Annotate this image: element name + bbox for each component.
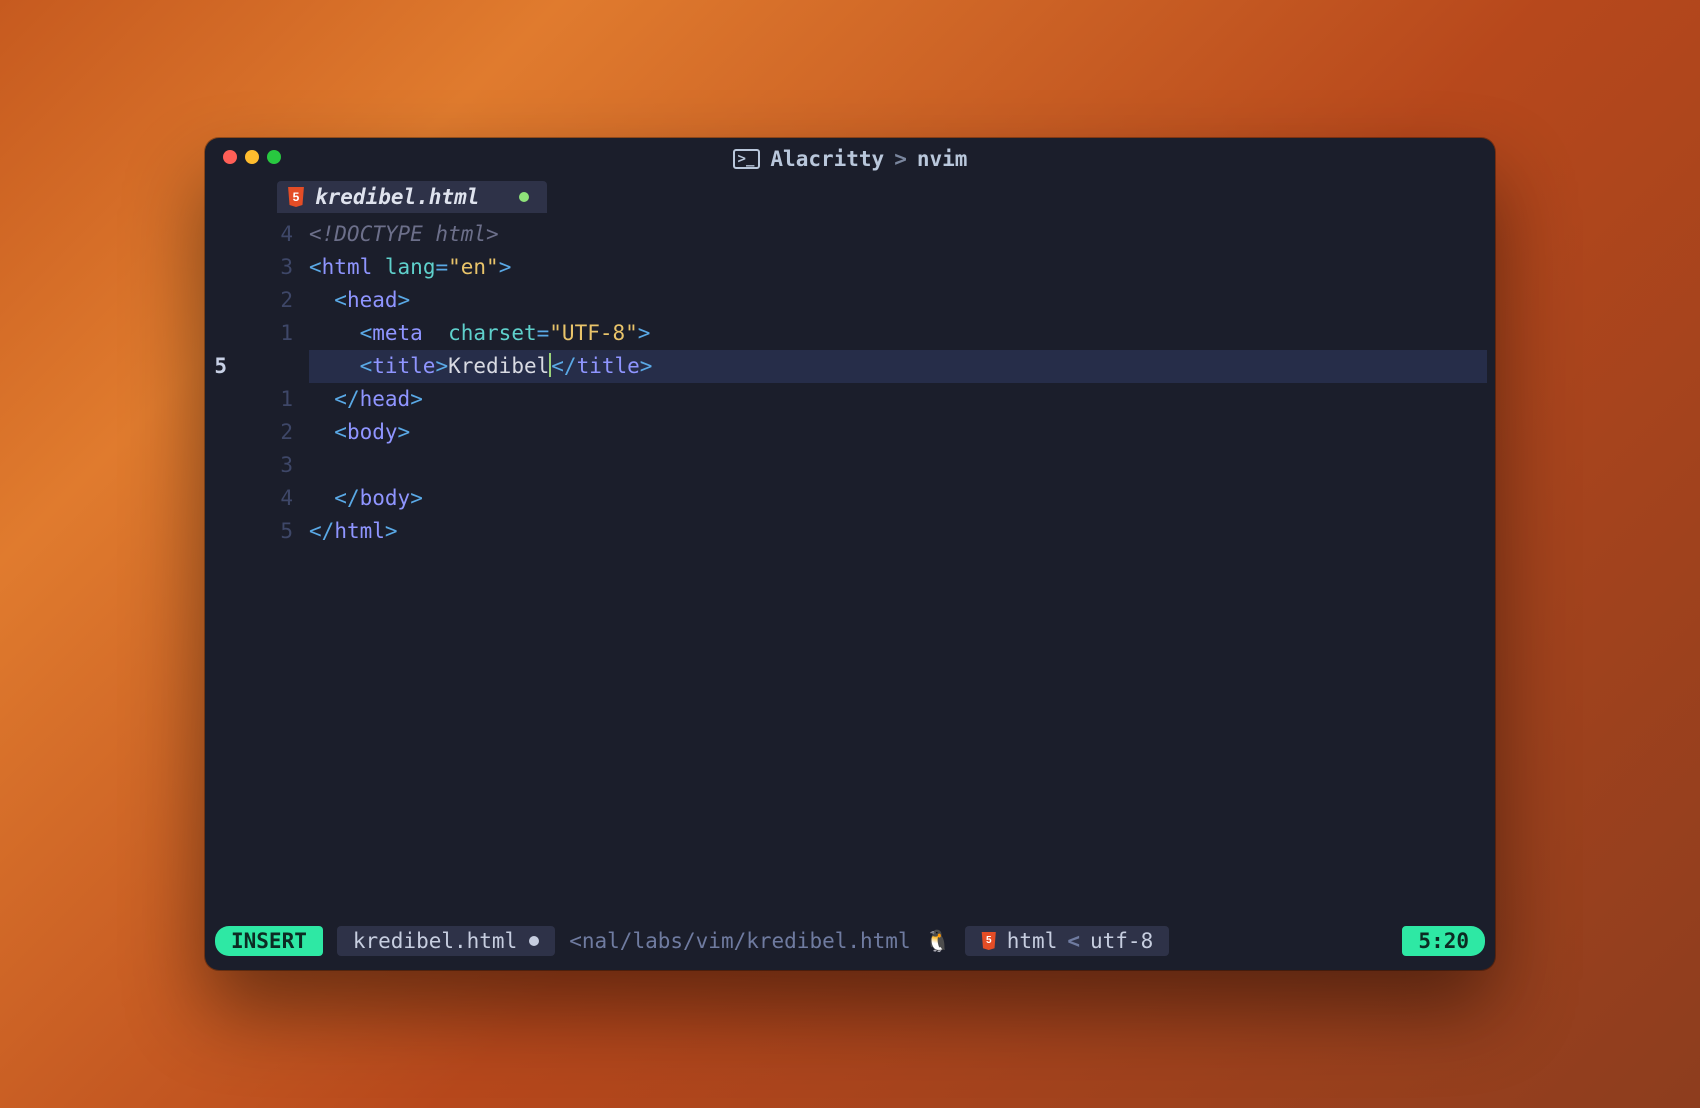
code-line[interactable]: 3<html lang="en">	[205, 251, 1487, 284]
status-path: <nal/labs/vim/kredibel.html	[569, 929, 910, 953]
filetype-text: html	[1007, 929, 1058, 953]
code-content[interactable]: <html lang="en">	[309, 251, 1487, 284]
line-number-rel: 4	[237, 482, 309, 515]
line-number-abs: 5	[205, 350, 237, 383]
code-content[interactable]: <title>Kredibel</title>	[309, 350, 1487, 383]
html5-icon	[287, 187, 305, 207]
code-line[interactable]: 4 </body>	[205, 482, 1487, 515]
code-content[interactable]: <head>	[309, 284, 1487, 317]
tabbar: kredibel.html	[205, 180, 1495, 214]
terminal-window: >_ Alacritty > nvim kredibel.html 4<!DOC…	[205, 138, 1495, 970]
line-number-abs	[205, 515, 237, 548]
status-filename-text: kredibel.html	[353, 929, 517, 953]
code-content[interactable]: </html>	[309, 515, 1487, 548]
code-content[interactable]	[309, 449, 1487, 482]
traffic-lights	[223, 150, 281, 164]
line-number-rel: 1	[237, 383, 309, 416]
close-icon[interactable]	[223, 150, 237, 164]
code-content[interactable]: </body>	[309, 482, 1487, 515]
tab-file[interactable]: kredibel.html	[277, 181, 547, 213]
titlebar: >_ Alacritty > nvim	[205, 138, 1495, 180]
line-number-abs	[205, 218, 237, 251]
vim-mode: INSERT	[215, 926, 323, 956]
line-number-abs	[205, 284, 237, 317]
line-number-rel: 2	[237, 284, 309, 317]
code-content[interactable]: <body>	[309, 416, 1487, 449]
linux-icon: 🐧	[925, 929, 951, 954]
breadcrumb: >_ Alacritty > nvim	[733, 147, 968, 171]
code-line[interactable]: 3	[205, 449, 1487, 482]
code-line[interactable]: 1 <meta charset="UTF-8">	[205, 317, 1487, 350]
status-filetype: html < utf-8	[965, 926, 1169, 956]
line-number-rel: 3	[237, 251, 309, 284]
tab-filename: kredibel.html	[315, 185, 479, 209]
line-number-abs	[205, 317, 237, 350]
statusbar: INSERT kredibel.html <nal/labs/vim/kredi…	[215, 924, 1485, 958]
line-number-rel: 2	[237, 416, 309, 449]
breadcrumb-item: Alacritty	[770, 147, 884, 171]
line-number-abs	[205, 251, 237, 284]
chevron-left-icon: <	[1067, 929, 1080, 953]
code-line[interactable]: 4<!DOCTYPE html>	[205, 218, 1487, 251]
line-number-rel: 5	[237, 515, 309, 548]
code-line[interactable]: 2 <head>	[205, 284, 1487, 317]
line-number-rel: 1	[237, 317, 309, 350]
line-number-abs	[205, 449, 237, 482]
code-line[interactable]: 2 <body>	[205, 416, 1487, 449]
editor[interactable]: 4<!DOCTYPE html>3<html lang="en">2 <head…	[205, 214, 1495, 924]
modified-dot-icon	[519, 192, 529, 202]
line-number-rel	[237, 350, 309, 383]
encoding-text: utf-8	[1090, 929, 1153, 953]
terminal-icon: >_	[733, 149, 761, 169]
cursor-position: 5:20	[1402, 926, 1485, 956]
code-content[interactable]: </head>	[309, 383, 1487, 416]
chevron-right-icon: >	[894, 147, 907, 171]
code-content[interactable]: <!DOCTYPE html>	[309, 218, 1487, 251]
line-number-abs	[205, 482, 237, 515]
maximize-icon[interactable]	[267, 150, 281, 164]
minimize-icon[interactable]	[245, 150, 259, 164]
line-number-rel: 3	[237, 449, 309, 482]
code-line[interactable]: 5 <title>Kredibel</title>	[205, 350, 1487, 383]
code-content[interactable]: <meta charset="UTF-8">	[309, 317, 1487, 350]
line-number-abs	[205, 416, 237, 449]
code-line[interactable]: 1 </head>	[205, 383, 1487, 416]
line-number-abs	[205, 383, 237, 416]
status-filename: kredibel.html	[337, 926, 555, 956]
html5-icon	[981, 932, 997, 950]
code-line[interactable]: 5</html>	[205, 515, 1487, 548]
breadcrumb-item: nvim	[917, 147, 968, 171]
modified-dot-icon	[529, 936, 539, 946]
line-number-rel: 4	[237, 218, 309, 251]
